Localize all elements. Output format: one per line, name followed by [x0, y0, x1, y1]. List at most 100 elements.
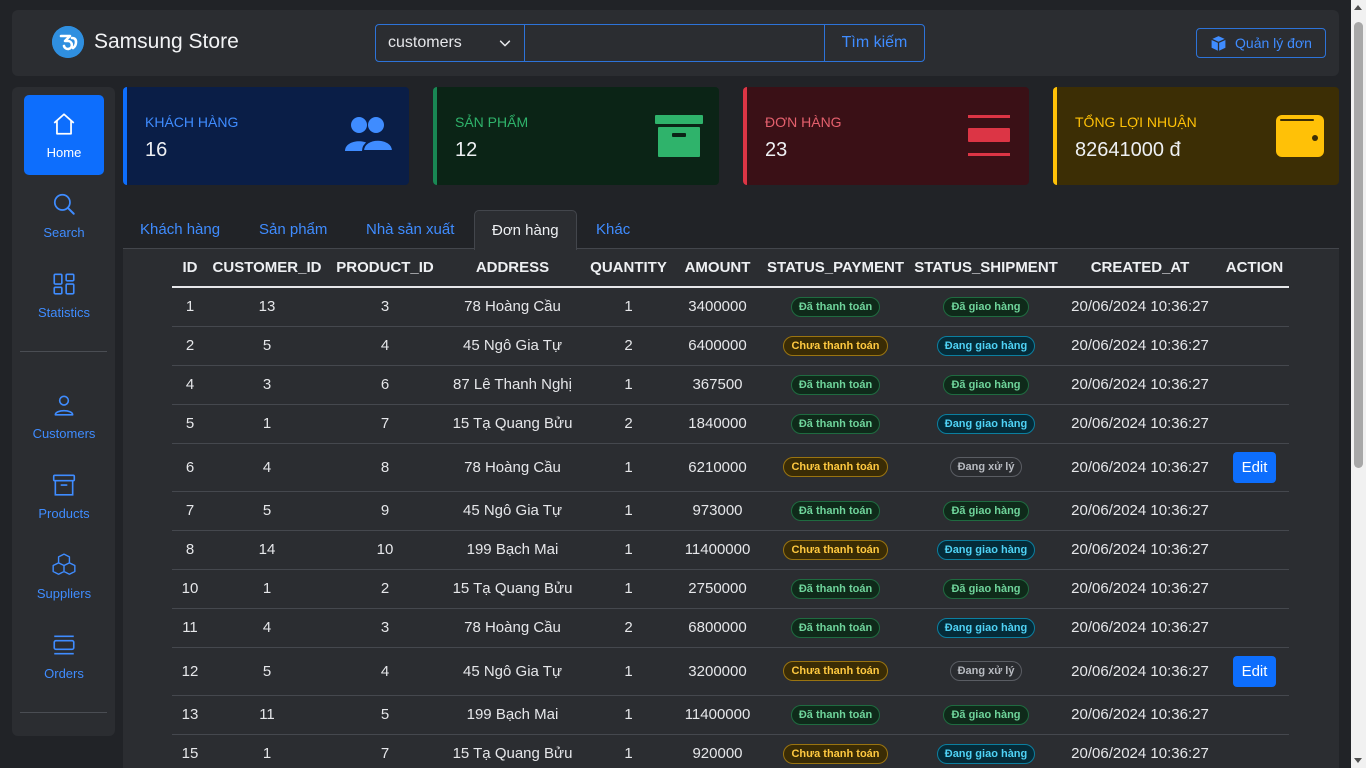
cell-status-payment: Chưa thanh toán: [759, 647, 912, 696]
cell-product-id: 10: [326, 530, 444, 570]
cell-quantity: 1: [581, 647, 676, 696]
cell-address: 45 Ngô Gia Tự: [444, 647, 581, 696]
stat-value: 16: [145, 139, 168, 161]
table-row[interactable]: 5 1 7 15 Tạ Quang Bửu 2 1840000 Đã thanh toán Đ…: [172, 404, 1289, 444]
cell-customer-id: 3: [208, 365, 326, 405]
table-row[interactable]: 8 14 10 199 Bạch Mai 1 11400000 Chưa thanh toá…: [172, 530, 1289, 570]
search-input[interactable]: [525, 25, 824, 61]
samsung-logo-icon: [52, 26, 84, 58]
cell-amount: 920000: [676, 734, 759, 768]
wallet-icon: [1276, 115, 1324, 157]
cell-amount: 367500: [676, 365, 759, 405]
table-row[interactable]: 12 5 4 45 Ngô Gia Tự 1 3200000 Chưa thanh toán…: [172, 647, 1289, 696]
sidebar-item-customers[interactable]: Customers: [24, 376, 104, 456]
manage-orders-label: Quản lý đơn: [1235, 35, 1312, 51]
sidebar-item-orders[interactable]: Orders: [24, 616, 104, 696]
cell-id: 10: [172, 569, 208, 609]
sidebar-item-search[interactable]: Search: [24, 175, 104, 255]
cell-quantity: 1: [581, 491, 676, 531]
cell-address: 78 Hoàng Cầu: [444, 443, 581, 492]
edit-button[interactable]: Edit: [1232, 655, 1277, 687]
top-header: Samsung Store customers Tìm kiếm Quản lý…: [12, 10, 1339, 76]
tab-orders[interactable]: Đơn hàng: [474, 210, 577, 250]
cell-created-at: 20/06/2024 10:36:27: [1060, 569, 1220, 609]
cell-product-id: 3: [326, 287, 444, 327]
cell-status-shipment: Đang giao hàng: [912, 530, 1060, 570]
cell-created-at: 20/06/2024 10:36:27: [1060, 491, 1220, 531]
shipment-status-badge: Đã giao hàng: [943, 500, 1029, 521]
column-header: CUSTOMER_ID: [208, 249, 326, 288]
edit-button[interactable]: Edit: [1232, 451, 1277, 483]
cell-amount: 3400000: [676, 287, 759, 327]
tab-customers[interactable]: Khách hàng: [123, 210, 237, 249]
cell-address: 87 Lê Thanh Nghị: [444, 365, 581, 405]
cell-created-at: 20/06/2024 10:36:27: [1060, 365, 1220, 405]
list-icon: [968, 115, 1010, 156]
sidebar-item-statistics[interactable]: Statistics: [24, 255, 104, 335]
brand[interactable]: Samsung Store: [52, 26, 239, 58]
cell-address: 78 Hoàng Cầu: [444, 608, 581, 648]
table-row[interactable]: 10 1 2 15 Tạ Quang Bửu 1 2750000 Đã thanh toán…: [172, 569, 1289, 609]
cell-status-payment: Đã thanh toán: [759, 491, 912, 531]
brand-name: Samsung Store: [94, 30, 239, 53]
search-category-select[interactable]: customers: [376, 25, 525, 61]
page-scrollbar[interactable]: [1351, 0, 1366, 768]
sidebar-item-suppliers[interactable]: Suppliers: [24, 536, 104, 616]
column-header: PRODUCT_ID: [326, 249, 444, 288]
table-row[interactable]: 6 4 8 78 Hoàng Cầu 1 6210000 Chưa thanh toán Đa…: [172, 443, 1289, 492]
payment-status-badge: Đã thanh toán: [790, 578, 881, 599]
orders-table: ID CUSTOMER_ID PRODUCT_ID ADDRESS QUANTI…: [172, 249, 1289, 768]
table-row[interactable]: 15 1 7 15 Tạ Quang Bửu 1 920000 Chưa thanh toá…: [172, 734, 1289, 768]
table-row[interactable]: 2 5 4 45 Ngô Gia Tự 2 6400000 Chưa thanh toán Đ…: [172, 326, 1289, 366]
cell-action: Edit: [1220, 443, 1289, 492]
scroll-down-arrow-icon[interactable]: [1354, 758, 1362, 763]
table-row[interactable]: 13 11 5 199 Bạch Mai 1 11400000 Đã thanh toán Đ…: [172, 695, 1289, 735]
cell-status-shipment: Đang giao hàng: [912, 326, 1060, 366]
cell-status-payment: Đã thanh toán: [759, 365, 912, 405]
tab-products[interactable]: Sản phẩm: [242, 210, 344, 249]
tab-manufacturers[interactable]: Nhà sản xuất: [349, 210, 471, 249]
cell-created-at: 20/06/2024 10:36:27: [1060, 695, 1220, 735]
sidebar-item-label: Home: [46, 144, 82, 160]
shipment-status-badge: Đã giao hàng: [943, 704, 1029, 725]
stat-label: SẢN PHẨM: [455, 114, 529, 130]
chevron-down-icon: [499, 40, 511, 47]
cell-product-id: 4: [326, 326, 444, 366]
column-header: AMOUNT: [676, 249, 759, 288]
cell-id: 1: [172, 287, 208, 327]
cell-created-at: 20/06/2024 10:36:27: [1060, 326, 1220, 366]
table-row[interactable]: 11 4 3 78 Hoàng Cầu 2 6800000 Đã thanh toán Đan…: [172, 608, 1289, 648]
cell-id: 11: [172, 608, 208, 648]
manage-orders-button[interactable]: Quản lý đơn: [1196, 28, 1326, 58]
search-button[interactable]: Tìm kiếm: [824, 25, 924, 61]
cell-product-id: 4: [326, 647, 444, 696]
cell-quantity: 2: [581, 404, 676, 444]
column-header: STATUS_PAYMENT: [759, 249, 912, 288]
archive-icon: [655, 115, 703, 157]
sidebar-item-home[interactable]: Home: [24, 95, 104, 175]
cell-action: [1220, 326, 1289, 366]
tab-other[interactable]: Khác: [579, 210, 647, 249]
payment-status-badge: Đã thanh toán: [790, 617, 881, 638]
cell-created-at: 20/06/2024 10:36:27: [1060, 404, 1220, 444]
cell-status-payment: Đã thanh toán: [759, 404, 912, 444]
sidebar-item-products[interactable]: Products: [24, 456, 104, 536]
cell-address: 15 Tạ Quang Bửu: [444, 569, 581, 609]
sidebar-divider: [20, 351, 107, 352]
cell-amount: 11400000: [676, 695, 759, 735]
cell-status-shipment: Đang xử lý: [912, 647, 1060, 696]
scroll-thumb[interactable]: [1354, 22, 1363, 468]
table-row[interactable]: 1 13 3 78 Hoàng Cầu 1 3400000 Đã thanh toán Đã …: [172, 287, 1289, 327]
scroll-up-arrow-icon[interactable]: [1354, 5, 1362, 10]
cell-product-id: 3: [326, 608, 444, 648]
cell-customer-id: 5: [208, 491, 326, 531]
cell-action: [1220, 608, 1289, 648]
table-row[interactable]: 7 5 9 45 Ngô Gia Tự 1 973000 Đã thanh toán Đã g…: [172, 491, 1289, 531]
cell-created-at: 20/06/2024 10:36:27: [1060, 530, 1220, 570]
payment-status-badge: Chưa thanh toán: [783, 335, 888, 356]
cell-amount: 11400000: [676, 530, 759, 570]
stat-card-products: SẢN PHẨM 12: [433, 87, 719, 185]
table-row[interactable]: 4 3 6 87 Lê Thanh Nghị 1 367500 Đã thanh toán Đ…: [172, 365, 1289, 405]
tabs-bar: Khách hàng Sản phẩm Nhà sản xuất Đơn hàn…: [123, 210, 1339, 250]
table-header-row: ID CUSTOMER_ID PRODUCT_ID ADDRESS QUANTI…: [172, 249, 1289, 288]
